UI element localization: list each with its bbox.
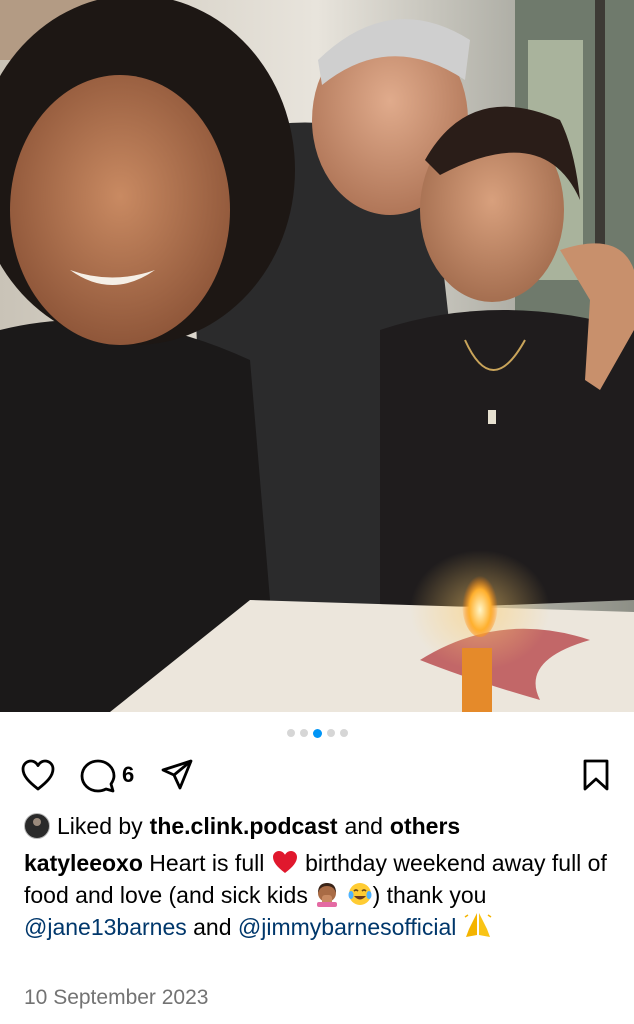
caption-text-5: and: [193, 914, 232, 940]
caption-text-1: Heart is full: [149, 850, 265, 876]
post-action-bar: 6: [0, 752, 634, 796]
caption-text-4: thank you: [386, 881, 487, 908]
liker-username[interactable]: the.clink.podcast: [150, 812, 338, 840]
carousel-dot: [286, 729, 295, 737]
liked-by-prefix: Liked by: [57, 813, 143, 839]
carousel-dot: [326, 729, 335, 737]
carousel-indicator: [0, 728, 634, 738]
selfie-photo-image: [0, 0, 634, 712]
post-caption: katyleeoxo Heart is full birthday weeken…: [24, 848, 619, 944]
comment-icon[interactable]: [80, 758, 116, 794]
share-icon[interactable]: [160, 758, 194, 792]
liker-avatar[interactable]: [24, 813, 50, 839]
folded-hands-emoji-icon: [464, 911, 492, 937]
carousel-dot: [299, 729, 308, 737]
caption-text-3: ): [372, 881, 381, 908]
liked-by-others-link[interactable]: others: [390, 812, 460, 840]
carousel-dot: [339, 729, 348, 737]
post-date: 10 September 2023: [24, 986, 209, 1009]
liked-by-and: and: [344, 813, 383, 839]
red-heart-emoji-icon: [272, 851, 297, 873]
caption-username[interactable]: katyleeoxo: [24, 850, 143, 876]
bookmark-icon[interactable]: [582, 758, 610, 792]
post-photo[interactable]: [0, 0, 634, 712]
comment-count[interactable]: 6: [122, 764, 134, 786]
liked-by-row[interactable]: Liked by the.clink.podcast and others: [24, 810, 614, 842]
caption-mention-jimmybarnesofficial[interactable]: @jimmybarnesofficial: [238, 914, 457, 940]
facepalm-emoji-icon: [317, 882, 338, 907]
laughing-tears-emoji-icon: [348, 882, 372, 905]
carousel-dot-active: [312, 728, 322, 738]
heart-icon[interactable]: [20, 758, 56, 792]
caption-mention-jane13barnes[interactable]: @jane13barnes: [24, 914, 187, 940]
